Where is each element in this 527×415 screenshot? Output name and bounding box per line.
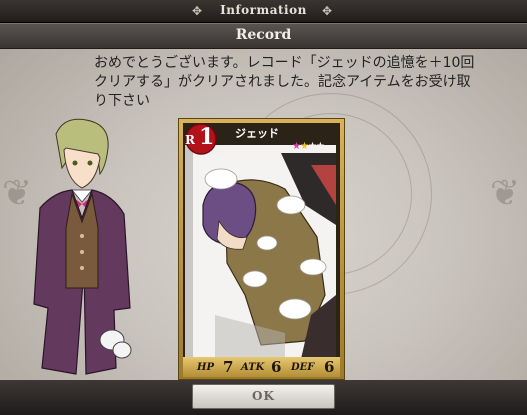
star-icon: ★ <box>315 141 325 152</box>
ornament-icon: ✥ <box>322 4 333 18</box>
window-title: Information <box>220 3 307 17</box>
hp-value: 7 <box>223 358 234 376</box>
def-label: DEF <box>291 362 315 373</box>
rarity-label: R <box>185 133 195 147</box>
card-level: 1 <box>199 124 215 150</box>
star-icon: ★ <box>292 141 301 152</box>
atk-value: 6 <box>271 358 282 376</box>
rarity-stars: ★★★★ <box>292 141 325 152</box>
dialog-title: Record <box>235 27 292 43</box>
character-illustration <box>33 118 132 375</box>
character-card: R 1 next ジェッド ★★★★ HP 7 ATK 6 DEF 6 <box>178 118 345 380</box>
def-value: 6 <box>324 358 335 376</box>
hp-label: HP <box>197 362 214 373</box>
atk-label: ATK <box>241 362 265 373</box>
window-title-bar: ✥ Information ✥ <box>0 0 527 23</box>
card-stats: HP 7 ATK 6 DEF 6 <box>183 357 340 377</box>
dialog-header: Record <box>0 23 527 49</box>
record-dialog: ❦ ❦ Record おめでとうございます。レコード「ジェッドの追憶を＋10回ク… <box>0 23 527 380</box>
ok-button[interactable]: OK <box>192 384 335 409</box>
card-artwork <box>185 145 336 359</box>
next-label: next <box>210 149 226 157</box>
flourish-icon: ❦ <box>490 173 521 214</box>
card-name: ジェッド <box>235 127 279 140</box>
star-icon: ★ <box>299 141 309 152</box>
star-icon: ★ <box>307 141 317 152</box>
dialog-message: おめでとうございます。レコード「ジェッドの追憶を＋10回クリアする」がクリアされ… <box>94 55 475 109</box>
